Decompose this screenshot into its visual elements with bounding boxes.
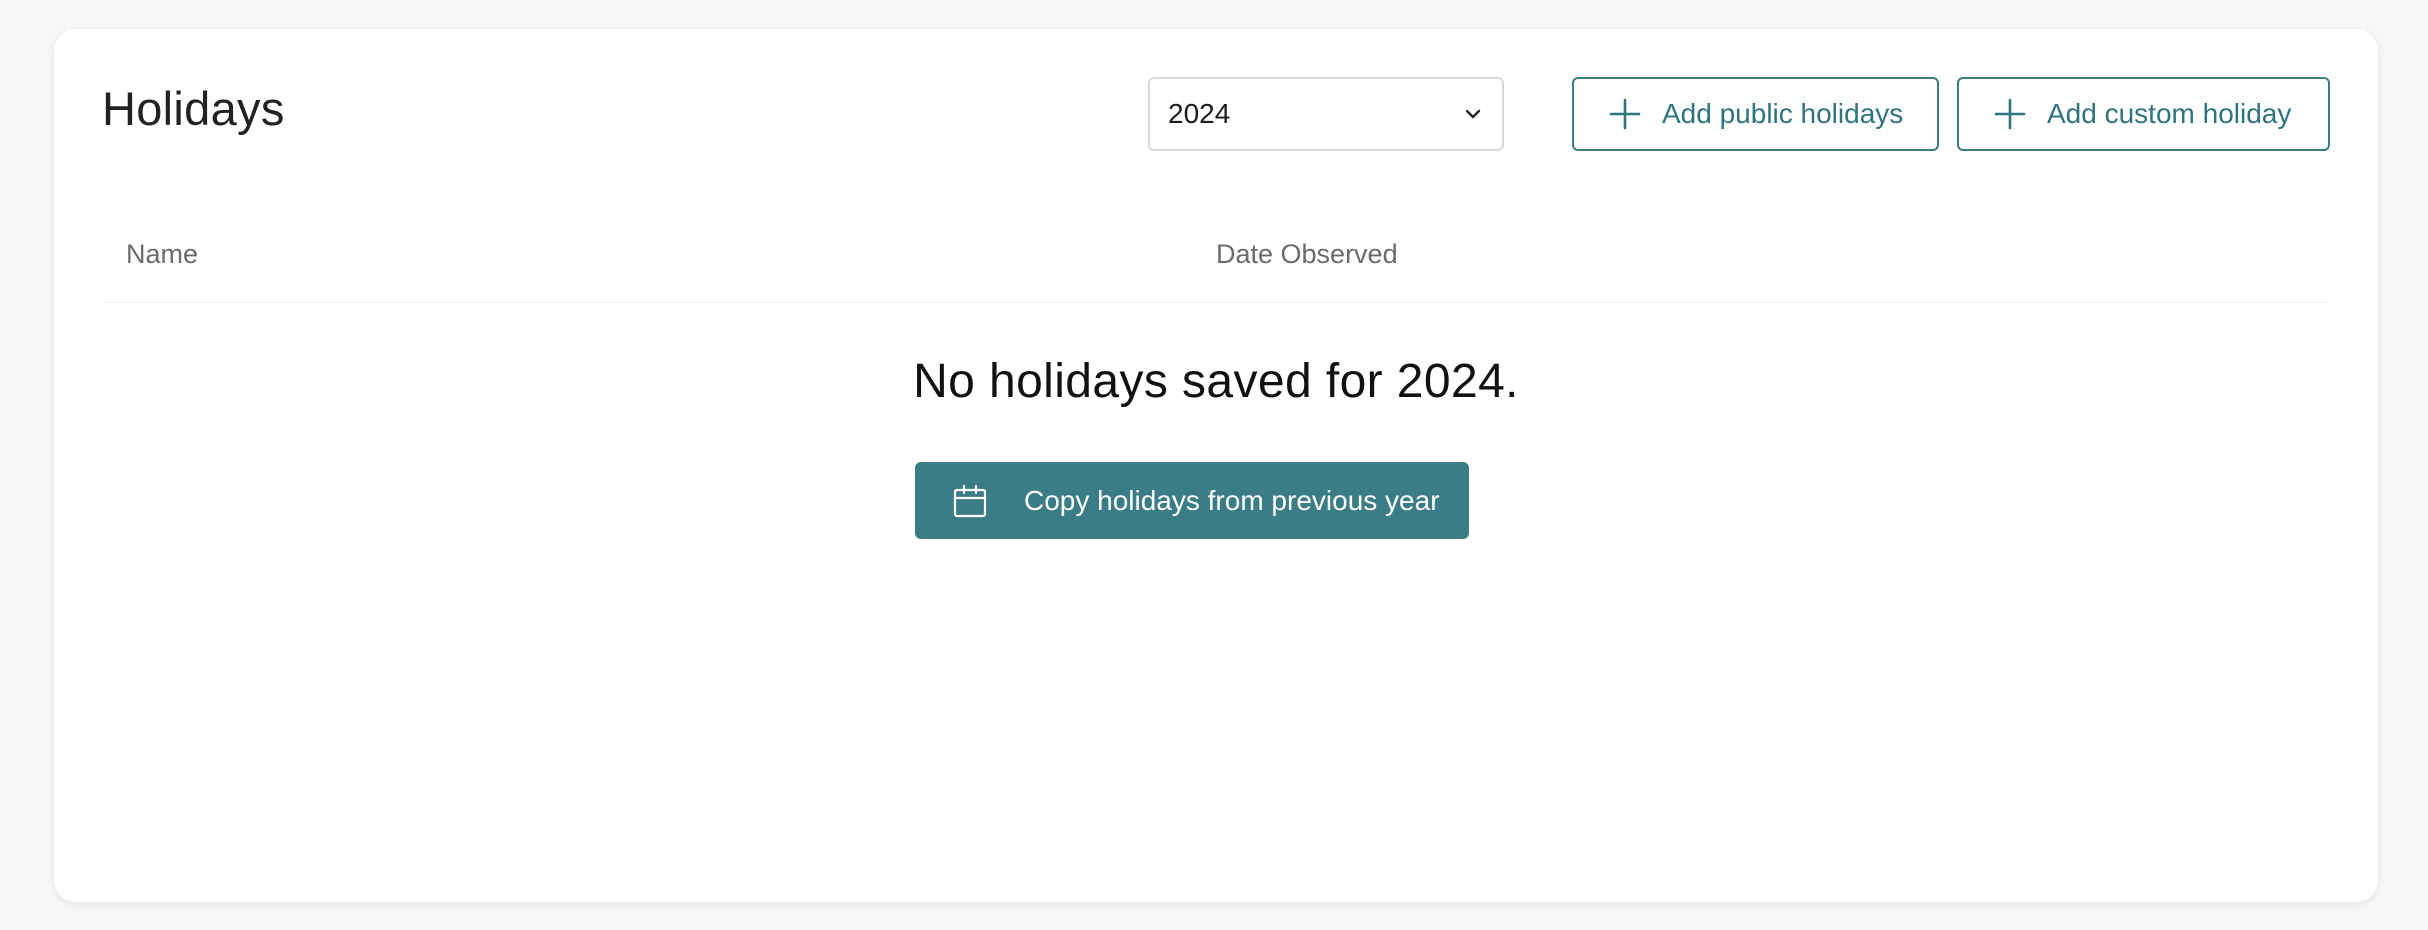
copy-holidays-label: Copy holidays from previous year [1024, 484, 1440, 516]
copy-holidays-button[interactable]: Copy holidays from previous year [915, 462, 1469, 539]
plus-icon [1993, 97, 2027, 131]
page-title: Holidays [102, 82, 285, 135]
add-custom-holiday-label: Add custom holiday [2047, 98, 2292, 129]
column-header-date-observed: Date Observed [1216, 239, 1398, 269]
calendar-icon [952, 483, 988, 519]
year-select[interactable]: 2024 [1148, 77, 1504, 151]
table-header-divider [102, 302, 2330, 303]
plus-icon [1608, 97, 1642, 131]
add-public-holidays-label: Add public holidays [1662, 98, 1904, 129]
column-header-name: Name [126, 239, 199, 269]
holidays-card: Holidays 2024 Add public holidays Add cu… [54, 29, 2378, 902]
add-public-holidays-button[interactable]: Add public holidays [1572, 77, 1939, 151]
chevron-down-icon [1462, 103, 1484, 125]
year-select-value: 2024 [1168, 98, 1231, 129]
add-custom-holiday-button[interactable]: Add custom holiday [1957, 77, 2330, 151]
empty-state-message: No holidays saved for 2024. [913, 355, 1519, 408]
